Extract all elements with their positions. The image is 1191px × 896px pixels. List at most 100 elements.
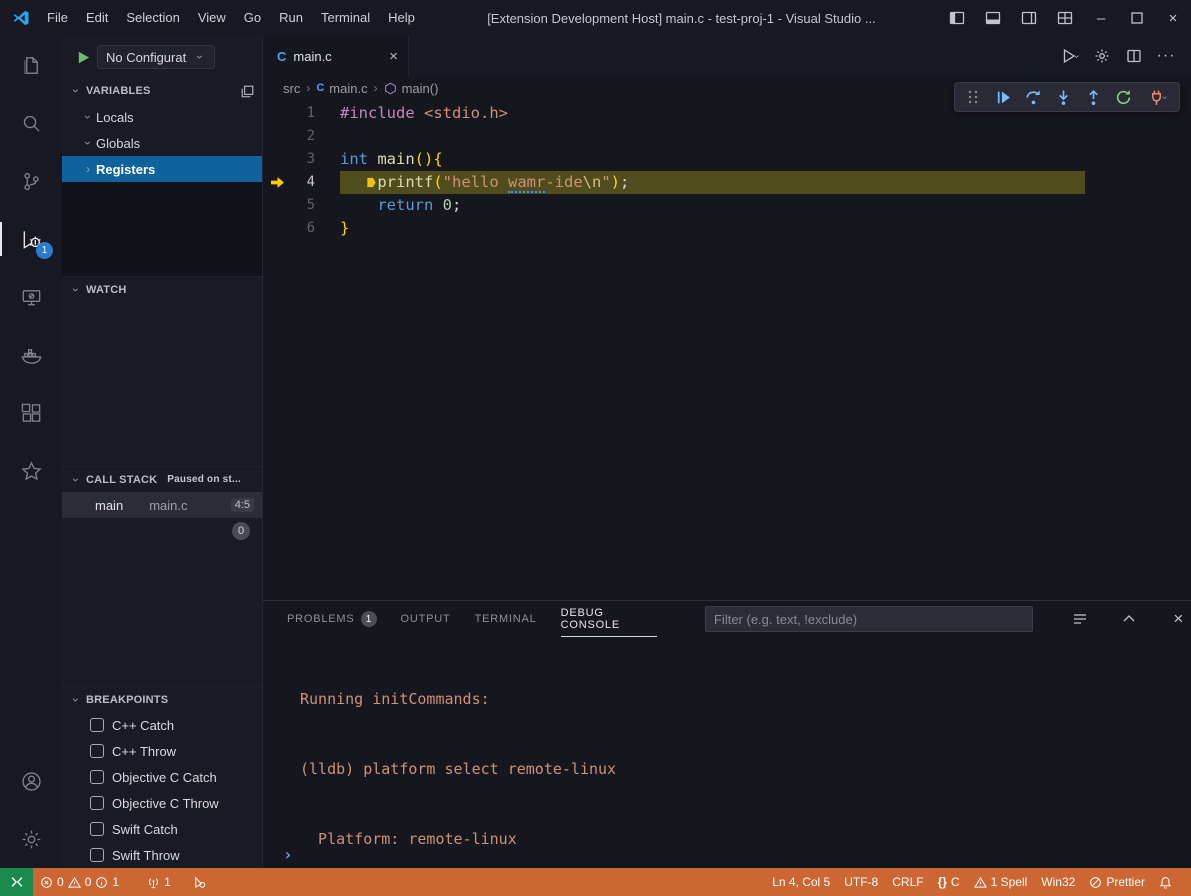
console-options-icon[interactable] <box>1067 601 1092 637</box>
variables-scope-globals[interactable]: › Globals <box>62 130 262 156</box>
close-panel-icon[interactable]: × <box>1166 601 1191 637</box>
spell-checker-status[interactable]: 1 Spell <box>967 868 1035 896</box>
variables-scope-registers[interactable]: › Registers <box>62 156 262 182</box>
problems-status[interactable]: 0 0 1 <box>33 868 126 896</box>
language-mode-status[interactable]: {} C <box>931 868 967 896</box>
os-target-status[interactable]: Win32 <box>1034 868 1082 896</box>
step-out-button[interactable] <box>1079 84 1107 110</box>
code-text[interactable]: return 0; <box>340 194 1191 217</box>
checkbox[interactable] <box>90 822 104 836</box>
editor-settings-button[interactable] <box>1087 36 1117 76</box>
toolbar-drag-handle[interactable] <box>959 84 987 110</box>
debug-status[interactable] <box>186 868 213 896</box>
info-count: 1 <box>112 875 119 889</box>
menu-selection[interactable]: Selection <box>117 0 188 36</box>
minimize-button[interactable]: – <box>1083 0 1119 36</box>
eol-status[interactable]: CRLF <box>885 868 930 896</box>
menu-help[interactable]: Help <box>379 0 424 36</box>
tab-terminal[interactable]: TERMINAL <box>475 602 537 637</box>
breakpoint-margin[interactable] <box>263 148 289 171</box>
code-text[interactable]: int main(){ <box>340 148 1191 171</box>
activity-run-debug[interactable]: 1 <box>0 210 62 268</box>
breakpoints-section-header[interactable]: › BREAKPOINTS <box>62 686 262 712</box>
variables-scope-locals[interactable]: › Locals <box>62 104 262 130</box>
run-or-debug-button[interactable]: › <box>1055 36 1085 76</box>
menu-run[interactable]: Run <box>270 0 312 36</box>
checkbox[interactable] <box>90 718 104 732</box>
toggle-panel-icon[interactable] <box>975 0 1011 36</box>
toggle-sidebar-icon[interactable] <box>939 0 975 36</box>
breakpoint-cpp-throw[interactable]: C++ Throw <box>62 738 262 764</box>
activity-account[interactable] <box>0 752 62 810</box>
checkbox[interactable] <box>90 848 104 862</box>
prettier-status[interactable]: Prettier <box>1082 868 1152 896</box>
breadcrumb-symbol[interactable]: main() <box>384 81 439 96</box>
more-actions-button[interactable]: ··· <box>1151 36 1181 76</box>
remote-indicator[interactable] <box>0 868 33 896</box>
call-stack-section-header[interactable]: › CALL STACK Paused on st... <box>62 466 262 492</box>
collapse-all-icon[interactable] <box>241 85 254 98</box>
maximize-panel-icon[interactable] <box>1116 601 1141 637</box>
disconnect-button[interactable]: › <box>1139 84 1175 110</box>
activity-remote-explorer[interactable] <box>0 268 62 326</box>
breakpoint-margin[interactable] <box>263 171 289 194</box>
start-debug-icon[interactable] <box>76 50 91 65</box>
tab-problems[interactable]: PROBLEMS 1 <box>287 602 377 637</box>
menu-view[interactable]: View <box>189 0 235 36</box>
watch-section-header[interactable]: › WATCH <box>62 276 262 302</box>
breakpoint-objc-catch[interactable]: Objective C Catch <box>62 764 262 790</box>
breakpoint-margin[interactable] <box>263 217 289 240</box>
code-line-current[interactable]: 4 printf("hello wamr-ide\n"); <box>263 171 1191 194</box>
breakpoint-cpp-catch[interactable]: C++ Catch <box>62 712 262 738</box>
activity-source-control[interactable] <box>0 152 62 210</box>
menu-file[interactable]: File <box>38 0 77 36</box>
breakpoint-swift-catch[interactable]: Swift Catch <box>62 816 262 842</box>
activity-explorer[interactable] <box>0 36 62 94</box>
activity-search[interactable] <box>0 94 62 152</box>
breakpoint-margin[interactable] <box>263 125 289 148</box>
checkbox[interactable] <box>90 744 104 758</box>
maximize-button[interactable] <box>1119 0 1155 36</box>
console-filter-input[interactable] <box>705 606 1033 632</box>
close-tab-icon[interactable]: × <box>389 48 398 65</box>
split-editor-button[interactable] <box>1119 36 1149 76</box>
step-into-button[interactable] <box>1049 84 1077 110</box>
cursor-position-status[interactable]: Ln 4, Col 5 <box>765 868 837 896</box>
code-editor[interactable]: 1 #include <stdio.h> 2 3 int main(){ <box>263 100 1191 600</box>
code-text[interactable] <box>340 125 1191 148</box>
breakpoint-margin[interactable] <box>263 194 289 217</box>
activity-settings[interactable] <box>0 810 62 868</box>
breakpoint-margin[interactable] <box>263 102 289 125</box>
activity-testing[interactable] <box>0 442 62 500</box>
debug-console-input[interactable]: › <box>283 845 293 864</box>
toggle-secondary-sidebar-icon[interactable] <box>1011 0 1047 36</box>
menu-terminal[interactable]: Terminal <box>312 0 379 36</box>
stack-frame-row[interactable]: main main.c 4:5 <box>62 492 262 518</box>
code-text[interactable]: printf("hello wamr-ide\n"); <box>340 171 1191 194</box>
tab-debug-console[interactable]: DEBUG CONSOLE <box>561 602 657 637</box>
step-over-button[interactable] <box>1019 84 1047 110</box>
breakpoint-swift-throw[interactable]: Swift Throw <box>62 842 262 868</box>
checkbox[interactable] <box>90 796 104 810</box>
activity-extensions[interactable] <box>0 384 62 442</box>
variables-section-header[interactable]: › VARIABLES <box>62 78 262 104</box>
menu-edit[interactable]: Edit <box>77 0 117 36</box>
restart-button[interactable] <box>1109 84 1137 110</box>
breadcrumb-file[interactable]: C main.c <box>316 81 367 96</box>
warning-icon <box>974 876 987 889</box>
tab-output[interactable]: OUTPUT <box>401 602 451 637</box>
continue-button[interactable] <box>989 84 1017 110</box>
breadcrumb-src[interactable]: src <box>283 81 300 96</box>
ports-status[interactable]: 1 <box>140 868 178 896</box>
notifications-bell[interactable] <box>1152 868 1179 896</box>
customize-layout-icon[interactable] <box>1047 0 1083 36</box>
close-button[interactable]: × <box>1155 0 1191 36</box>
activity-docker[interactable] <box>0 326 62 384</box>
encoding-status[interactable]: UTF-8 <box>837 868 885 896</box>
checkbox[interactable] <box>90 770 104 784</box>
code-text[interactable]: } <box>340 217 1191 240</box>
debug-config-dropdown[interactable]: No Configurat › <box>97 45 215 69</box>
breakpoint-objc-throw[interactable]: Objective C Throw <box>62 790 262 816</box>
tab-main-c[interactable]: C main.c × <box>263 36 409 76</box>
menu-go[interactable]: Go <box>235 0 270 36</box>
